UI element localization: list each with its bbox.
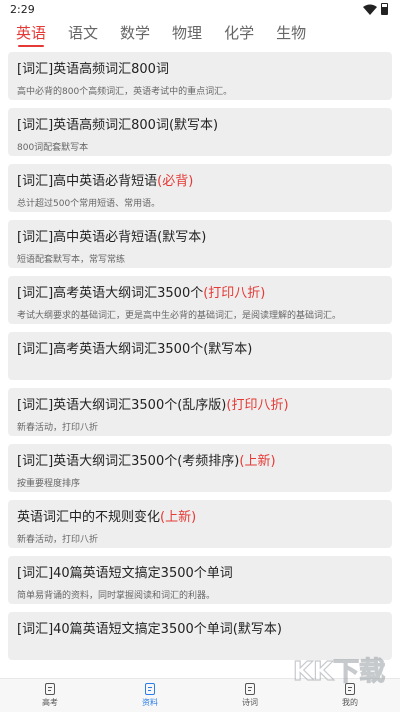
item-title-text: [词汇]高考英语大纲词汇3500个(默写本) — [17, 342, 253, 357]
bottom-nav: 高考 资料 诗词 我的 — [0, 678, 400, 712]
list-item[interactable]: [词汇]高考英语大纲词汇3500个(默写本) — [8, 332, 392, 380]
list-item[interactable]: 英语词汇中的不规则变化(上新) 新春活动，打印八折 — [8, 500, 392, 548]
status-bar: 2:29 — [0, 0, 400, 18]
item-title: [词汇]40篇英语短文搞定3500个单词 — [17, 565, 383, 582]
nav-label: 诗词 — [242, 698, 258, 707]
item-title-text: [词汇]英语大纲词汇3500个(乱序版) — [17, 398, 227, 413]
document-icon — [145, 683, 155, 695]
item-title-text: [词汇]高中英语必背短语 — [17, 174, 158, 189]
item-tag: (上新) — [239, 454, 276, 469]
item-description: 简单易背诵的资料，同时掌握阅读和词汇的利器。 — [17, 591, 216, 601]
item-title: [词汇]高中英语必背短语(必背) — [17, 173, 383, 190]
nav-item-2[interactable]: 诗词 — [200, 679, 300, 712]
item-tag: (打印八折) — [226, 398, 289, 413]
item-tag: (上新) — [160, 510, 197, 525]
nav-item-0[interactable]: 高考 — [0, 679, 100, 712]
poetry-icon — [245, 683, 255, 695]
item-title: [词汇]高考英语大纲词汇3500个(打印八折) — [17, 285, 383, 302]
nav-item-3[interactable]: 我的 — [300, 679, 400, 712]
item-title: [词汇]英语大纲词汇3500个(乱序版)(打印八折) — [17, 397, 383, 414]
item-title: [词汇]英语高频词汇800词 — [17, 61, 383, 78]
item-title: [词汇]40篇英语短文搞定3500个单词(默写本) — [17, 621, 383, 638]
list-item[interactable]: [词汇]40篇英语短文搞定3500个单词简单易背诵的资料，同时掌握阅读和词汇的利… — [8, 556, 392, 604]
item-description: 800词配套默写本 — [17, 143, 89, 153]
subject-tabs: 英语 语文 数学 物理 化学 生物 — [0, 18, 400, 50]
item-title-text: 英语词汇中的不规则变化 — [17, 510, 161, 525]
list-item[interactable]: [词汇]英语大纲词汇3500个(考频排序)(上新) 按重要程度排序 — [8, 444, 392, 492]
item-title-text: [词汇]英语大纲词汇3500个(考频排序) — [17, 454, 240, 469]
item-tag: (必背) — [157, 174, 194, 189]
battery-icon — [381, 3, 388, 15]
tab-0[interactable]: 英语 — [16, 22, 46, 47]
list-item[interactable]: [词汇]高考英语大纲词汇3500个(打印八折) 考试大纲要求的基础词汇，更是高中生… — [8, 276, 392, 324]
item-title: [词汇]英语大纲词汇3500个(考频排序)(上新) — [17, 453, 383, 470]
item-description: 新春活动，打印八折 — [17, 535, 99, 545]
list-item[interactable]: [词汇]英语高频词汇800词高中必背的800个高频词汇，英语考试中的重点词汇。 — [8, 52, 392, 100]
item-title: [词汇]高中英语必背短语(默写本) — [17, 229, 383, 246]
item-description: 短语配套默写本，常写常练 — [17, 255, 126, 265]
item-description: 新春活动，打印八折 — [17, 423, 99, 433]
tab-1[interactable]: 语文 — [68, 22, 98, 47]
item-tag: (打印八折) — [203, 286, 266, 301]
wifi-icon — [363, 4, 377, 15]
nav-item-1[interactable]: 资料 — [100, 679, 200, 712]
resource-list: [词汇]英语高频词汇800词 高中必背的800个高频词汇，英语考试中的重点词汇。[… — [8, 52, 392, 678]
item-title-text: [词汇]高中英语必背短语(默写本) — [17, 230, 207, 245]
item-title-text: [词汇]高考英语大纲词汇3500个 — [17, 286, 204, 301]
exam-icon — [45, 683, 55, 695]
item-title-text: [词汇]英语高频词汇800词 — [17, 62, 169, 77]
item-title: 英语词汇中的不规则变化(上新) — [17, 509, 383, 526]
item-description: 高中必背的800个高频词汇，英语考试中的重点词汇。 — [17, 87, 233, 97]
item-description: 总计超过500个常用短语、常用语。 — [17, 199, 161, 209]
nav-label: 我的 — [342, 698, 358, 707]
list-item[interactable]: [词汇]高中英语必背短语(默写本) 短语配套默写本，常写常练 — [8, 220, 392, 268]
item-title-text: [词汇]40篇英语短文搞定3500个单词(默写本) — [17, 622, 282, 637]
list-item[interactable]: [词汇]高中英语必背短语(必背) 总计超过500个常用短语、常用语。 — [8, 164, 392, 212]
item-title: [词汇]高考英语大纲词汇3500个(默写本) — [17, 341, 383, 358]
tab-4[interactable]: 化学 — [224, 22, 254, 47]
list-item[interactable]: [词汇]英语高频词汇800词(默写本) 800词配套默写本 — [8, 108, 392, 156]
item-description: 考试大纲要求的基础词汇，更是高中生必背的基础词汇，是阅读理解的基础词汇。 — [17, 311, 342, 321]
profile-icon — [345, 683, 355, 695]
tab-3[interactable]: 物理 — [172, 22, 202, 47]
item-title: [词汇]英语高频词汇800词(默写本) — [17, 117, 383, 134]
list-item[interactable]: [词汇]40篇英语短文搞定3500个单词(默写本) — [8, 612, 392, 660]
item-title-text: [词汇]40篇英语短文搞定3500个单词 — [17, 566, 233, 581]
nav-label: 高考 — [42, 698, 58, 707]
item-description: 按重要程度排序 — [17, 479, 81, 489]
item-title-text: [词汇]英语高频词汇800词(默写本) — [17, 118, 219, 133]
status-icons — [363, 3, 388, 15]
nav-label: 资料 — [142, 698, 158, 707]
status-time: 2:29 — [10, 2, 35, 16]
list-item[interactable]: [词汇]英语大纲词汇3500个(乱序版)(打印八折) 新春活动，打印八折 — [8, 388, 392, 436]
tab-5[interactable]: 生物 — [276, 22, 306, 47]
tab-2[interactable]: 数学 — [120, 22, 150, 47]
